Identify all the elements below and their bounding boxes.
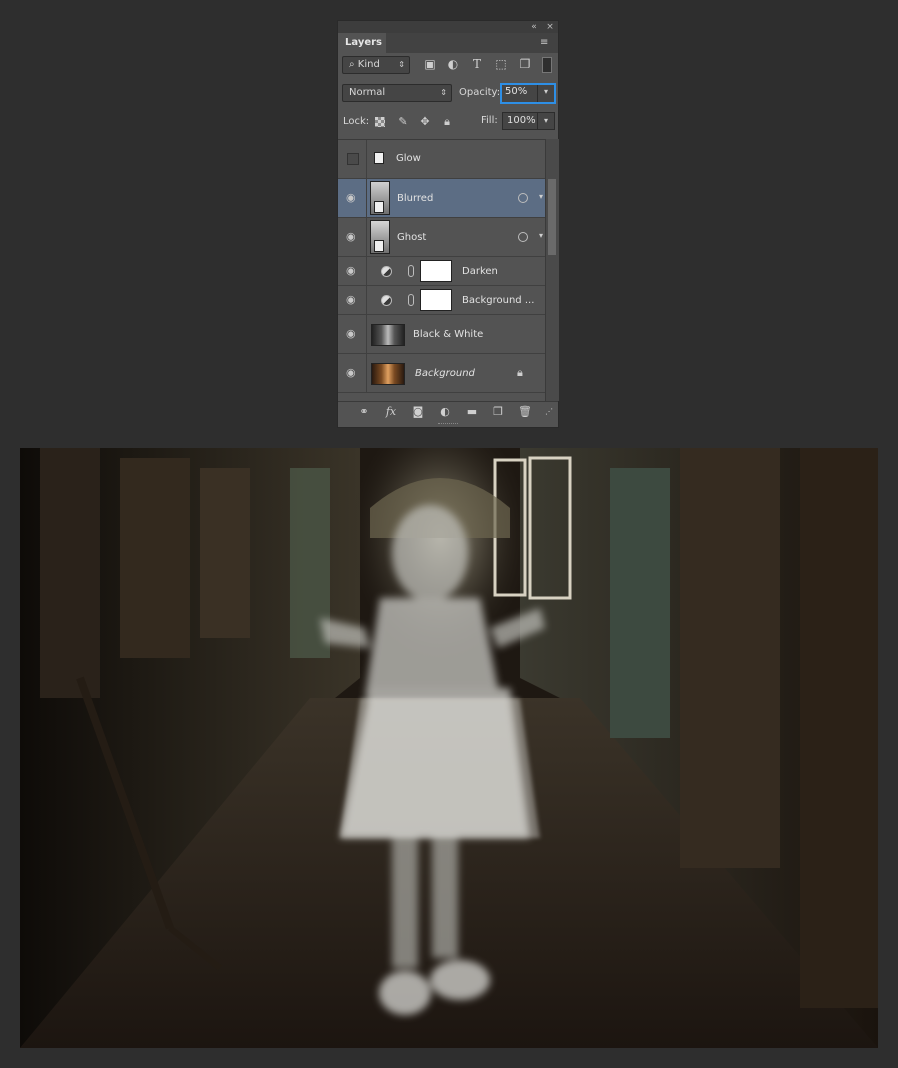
smart-filter-icon[interactable]	[518, 193, 528, 203]
chevron-down-icon[interactable]: ▾	[537, 85, 554, 102]
adjustment-layer-icon	[381, 295, 392, 306]
opacity-value: 50%	[505, 86, 528, 97]
resize-grip-icon[interactable]: ⋰	[541, 405, 557, 419]
layer-name: Blurred	[397, 193, 434, 204]
tab-layers[interactable]: Layers	[338, 33, 386, 53]
close-icon[interactable]: ×	[544, 21, 556, 33]
layer-name: Black & White	[413, 329, 484, 340]
fx-icon[interactable]: fx	[383, 405, 399, 419]
new-adjustment-layer-icon[interactable]: ◐	[437, 405, 453, 419]
filter-kind-label: Kind	[357, 59, 380, 70]
layers-list: Glow ◉ Blurred ▾ ◉ Ghost ▾ ◉ Darken ◉ Ba…	[338, 139, 545, 402]
layer-thumbnail[interactable]	[371, 363, 405, 385]
smart-filter-icon[interactable]	[518, 232, 528, 242]
search-icon: ⌕	[349, 59, 355, 70]
opacity-label: Opacity:	[459, 87, 501, 98]
chevron-updown-icon: ⇕	[398, 60, 405, 69]
layer-name: Darken	[462, 266, 498, 277]
pixel-layer-filter-icon[interactable]: ▣	[423, 57, 437, 71]
fill-value: 100%	[507, 115, 536, 126]
fill-input[interactable]: 100% ▾	[502, 112, 555, 130]
panel-title-bar[interactable]: « ×	[338, 21, 558, 33]
layer-row-black-white[interactable]: ◉ Black & White	[338, 315, 545, 354]
lock-icon[interactable]: 🔒︎	[440, 115, 454, 129]
move-icon[interactable]: ✥	[418, 115, 432, 129]
visibility-toggle[interactable]: ◉	[338, 354, 367, 392]
new-group-folder-icon[interactable]: ▬	[464, 405, 480, 419]
smart-object-icon	[374, 152, 384, 164]
add-mask-icon[interactable]: ◙	[410, 405, 426, 419]
blend-mode-dropdown[interactable]: Normal ⇕	[342, 84, 452, 102]
link-layers-icon[interactable]: ⚭	[356, 405, 372, 419]
layer-row-ghost[interactable]: ◉ Ghost ▾	[338, 218, 545, 257]
new-layer-icon[interactable]: ❐	[490, 405, 506, 419]
eye-icon[interactable]: ◉	[346, 293, 356, 306]
smart-object-filter-icon[interactable]: ❐	[518, 57, 532, 71]
hidden-visibility-box-icon[interactable]	[347, 153, 359, 165]
lock-label: Lock:	[343, 116, 370, 127]
opacity-input[interactable]: 50% ▾	[500, 83, 556, 104]
shape-layer-filter-icon[interactable]: ⬚	[494, 57, 508, 71]
layers-bottom-toolbar: ⚭ fx ◙ ◐ ▬ ❐ 🗑︎ ⋰	[338, 401, 558, 422]
eye-icon[interactable]: ◉	[346, 230, 356, 243]
link-chain-icon[interactable]	[408, 294, 414, 306]
visibility-toggle[interactable]	[338, 140, 367, 178]
layer-thumbnail[interactable]	[371, 324, 405, 346]
visibility-toggle[interactable]: ◉	[338, 179, 367, 217]
layer-row-darken[interactable]: ◉ Darken	[338, 257, 545, 286]
filter-kind-dropdown[interactable]: ⌕ Kind ⇕	[342, 56, 410, 74]
collapse-icon[interactable]: «	[528, 21, 540, 33]
lock-transparent-pixels-icon[interactable]	[375, 117, 385, 127]
layers-panel: « × Layers ≡ ⌕ Kind ⇕ ▣ ◐ T ⬚ ❐ Normal ⇕…	[337, 20, 559, 428]
visibility-toggle[interactable]: ◉	[338, 218, 367, 256]
layer-row-background-adjustment[interactable]: ◉ Background ...	[338, 286, 545, 315]
visibility-toggle[interactable]: ◉	[338, 257, 367, 285]
layer-name: Background ...	[462, 295, 535, 306]
lock-icon: 🔒︎	[517, 366, 523, 379]
chevron-updown-icon: ⇕	[440, 88, 447, 97]
eye-icon[interactable]: ◉	[346, 327, 356, 340]
eye-icon[interactable]: ◉	[346, 366, 356, 379]
layer-mask-thumbnail[interactable]	[420, 260, 452, 282]
eye-icon[interactable]: ◉	[346, 264, 356, 277]
brush-icon[interactable]: ✎	[396, 115, 410, 129]
ghost-corridor-image	[20, 448, 878, 1048]
layer-name: Glow	[396, 153, 421, 164]
type-layer-filter-icon[interactable]: T	[470, 57, 484, 71]
chevron-down-icon[interactable]: ▾	[537, 113, 554, 129]
layer-name: Ghost	[397, 232, 427, 243]
fill-label: Fill:	[481, 115, 498, 126]
trash-icon[interactable]: 🗑︎	[517, 405, 533, 419]
panel-menu-icon[interactable]: ≡	[540, 37, 554, 49]
panel-resize-grip[interactable]	[438, 423, 458, 426]
visibility-toggle[interactable]: ◉	[338, 286, 367, 314]
smart-object-icon	[374, 240, 384, 252]
blend-mode-value: Normal	[349, 87, 386, 98]
expand-arrow-icon[interactable]: ▾	[539, 231, 543, 240]
layer-row-glow[interactable]: Glow	[338, 140, 545, 179]
tab-row: Layers ≡	[338, 33, 558, 53]
visibility-toggle[interactable]: ◉	[338, 315, 367, 353]
link-chain-icon[interactable]	[408, 265, 414, 277]
expand-arrow-icon[interactable]: ▾	[539, 192, 543, 201]
canvas-image	[20, 448, 878, 1048]
scrollbar-thumb[interactable]	[548, 179, 556, 255]
adjustment-layer-icon	[381, 266, 392, 277]
eye-icon[interactable]: ◉	[346, 191, 356, 204]
adjustment-layer-filter-icon[interactable]: ◐	[446, 57, 460, 71]
layer-row-blurred[interactable]: ◉ Blurred ▾	[338, 179, 545, 218]
layer-row-background[interactable]: ◉ Background 🔒︎	[338, 354, 545, 393]
layer-mask-thumbnail[interactable]	[420, 289, 452, 311]
filter-toggle-switch[interactable]	[542, 57, 552, 73]
smart-object-icon	[374, 201, 384, 213]
layers-scrollbar[interactable]	[545, 139, 559, 401]
layer-name: Background	[415, 368, 475, 379]
